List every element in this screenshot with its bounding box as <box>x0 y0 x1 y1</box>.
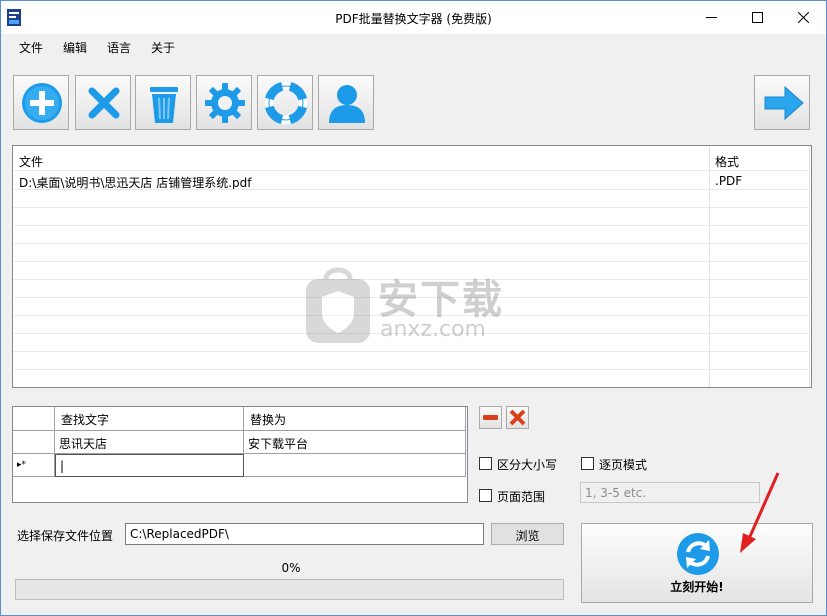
menu-edit[interactable]: 编辑 <box>63 39 87 56</box>
title-bar: PDF批量替换文字器 (免费版) <box>1 1 826 34</box>
remove-row-button[interactable] <box>479 406 502 429</box>
new-row-marker: ▸* <box>13 454 55 477</box>
row-line <box>13 170 810 171</box>
find-cell-new[interactable]: | <box>55 454 244 477</box>
row-line <box>13 351 810 352</box>
minimize-button[interactable] <box>689 1 735 34</box>
column-header-find[interactable]: 查找文字 <box>55 407 244 431</box>
refresh-icon <box>677 533 719 575</box>
page-mode-checkbox[interactable] <box>581 457 594 470</box>
app-window: PDF批量替换文字器 (免费版) 文件 编辑 语言 关于 文件 格式 D:\桌面… <box>0 0 827 616</box>
progress-bar <box>15 579 564 600</box>
watermark-subtext: anxz.com <box>380 317 486 342</box>
replace-cell[interactable]: 安下载平台 <box>244 431 466 454</box>
gear-icon <box>205 83 245 123</box>
find-cell[interactable]: 思讯天店 <box>55 431 244 454</box>
save-path-input[interactable]: C:\ReplacedPDF\ <box>125 523 484 545</box>
file-row-format[interactable]: .PDF <box>715 174 742 188</box>
case-sensitive-label: 区分大小写 <box>497 458 558 472</box>
start-label: 立刻开始! <box>670 580 724 594</box>
menu-bar: 文件 编辑 语言 关于 <box>1 34 826 58</box>
page-range-label: 页面范围 <box>497 490 546 504</box>
column-header-file[interactable]: 文件 <box>19 153 43 170</box>
remove-icon <box>88 87 120 119</box>
next-button[interactable] <box>754 75 810 130</box>
remove-file-button[interactable] <box>75 75 131 130</box>
progress-text: 0% <box>281 561 301 575</box>
lifebuoy-icon <box>264 81 308 125</box>
row-header-corner <box>13 407 55 431</box>
page-range-input[interactable]: 1, 3-5 etc. <box>580 482 760 503</box>
menu-language[interactable]: 语言 <box>107 39 131 56</box>
save-location-label: 选择保存文件位置 <box>17 529 114 543</box>
case-sensitive-checkbox[interactable] <box>479 457 492 470</box>
page-range-checkbox[interactable] <box>479 489 492 502</box>
browse-button[interactable]: 浏览 <box>491 523 564 545</box>
row-header <box>13 431 55 454</box>
maximize-icon <box>752 12 763 23</box>
delete-x-icon <box>509 409 526 426</box>
settings-button[interactable] <box>196 75 252 130</box>
row-line <box>13 225 810 226</box>
trash-icon <box>150 87 178 123</box>
page-mode-label: 逐页模式 <box>599 458 648 472</box>
minus-icon <box>483 415 498 420</box>
next-arrow-icon <box>764 85 804 121</box>
add-icon <box>22 83 62 123</box>
close-button[interactable] <box>781 1 827 34</box>
row-line <box>13 207 810 208</box>
watermark: 安下载 anxz.com <box>304 265 524 350</box>
clear-list-button[interactable] <box>135 75 191 130</box>
maximize-button[interactable] <box>735 1 781 34</box>
annotation-arrow-icon <box>740 472 780 553</box>
account-button[interactable] <box>318 75 374 130</box>
add-file-button[interactable] <box>13 75 69 130</box>
watermark-bag-icon <box>306 267 370 343</box>
row-line <box>13 189 810 190</box>
menu-about[interactable]: 关于 <box>151 39 175 56</box>
column-header-format[interactable]: 格式 <box>715 153 739 170</box>
clear-rows-button[interactable] <box>506 406 529 429</box>
close-icon <box>798 12 809 23</box>
replace-table[interactable]: 查找文字 替换为 思讯天店 安下载平台 ▸* | <box>12 406 468 503</box>
row-line <box>13 369 810 370</box>
row-line <box>13 243 810 244</box>
column-header-replace[interactable]: 替换为 <box>244 407 466 431</box>
help-button[interactable] <box>257 75 313 130</box>
replace-cell-new[interactable] <box>244 454 466 477</box>
user-icon <box>329 85 365 123</box>
menu-file[interactable]: 文件 <box>19 39 43 56</box>
minimize-icon <box>706 17 717 18</box>
row-line <box>13 261 810 262</box>
